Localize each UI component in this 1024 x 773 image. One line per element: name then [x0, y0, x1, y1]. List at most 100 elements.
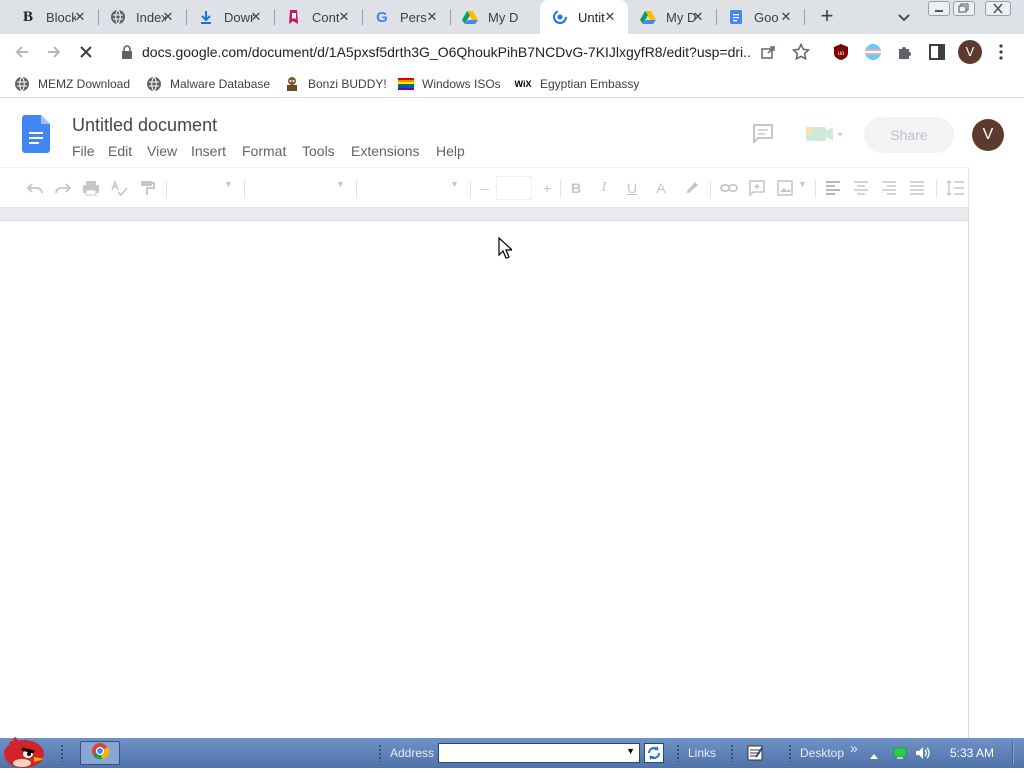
bookmark-label: Egyptian Embassy — [540, 77, 640, 91]
share-button[interactable]: Share — [864, 117, 954, 153]
menu-extensions[interactable]: Extensions — [351, 143, 419, 159]
angry-bird-start-icon[interactable] — [0, 730, 52, 773]
bookmark-tag-icon — [286, 9, 302, 25]
menu-help[interactable]: Help — [436, 143, 465, 159]
document-canvas[interactable] — [0, 221, 968, 738]
new-tab-button[interactable]: + — [816, 5, 838, 28]
back-button[interactable] — [12, 42, 32, 62]
show-hidden-icons-icon[interactable] — [868, 748, 880, 766]
tab-my-drive[interactable]: My D — [450, 0, 540, 34]
highlight-pen-icon[interactable] — [683, 179, 701, 197]
spellcheck-icon[interactable] — [110, 179, 128, 197]
taskbar-grip[interactable] — [378, 744, 382, 762]
tab-download[interactable]: Down ✕ — [186, 0, 274, 34]
taskbar-grip[interactable] — [730, 744, 734, 762]
taskbar-address-input[interactable]: ▼ — [438, 743, 640, 763]
taskbar-grip[interactable] — [60, 744, 64, 762]
zoom-dropdown-arrow-icon[interactable]: ▼ — [224, 179, 233, 197]
tab-index[interactable]: Index ✕ — [98, 0, 186, 34]
document-title[interactable]: Untitled document — [72, 115, 217, 136]
style-dropdown-arrow-icon[interactable]: ▼ — [336, 179, 345, 197]
kebab-menu-icon[interactable] — [996, 43, 1006, 66]
bold-button[interactable]: B — [567, 179, 585, 197]
show-desktop-button[interactable] — [1012, 742, 1020, 764]
google-docs-logo-icon[interactable] — [22, 115, 50, 158]
taskbar-grip[interactable] — [788, 744, 792, 762]
justify-icon[interactable] — [908, 179, 926, 197]
extensions-puzzle-icon[interactable] — [896, 43, 914, 66]
close-icon[interactable]: ✕ — [248, 9, 264, 25]
align-right-icon[interactable] — [880, 179, 898, 197]
system-clock[interactable]: 5:33 AM — [950, 746, 994, 760]
bookmark-malware-database[interactable]: Malware Database — [146, 75, 270, 93]
tab-untitled-active[interactable]: Untit ✕ — [540, 0, 628, 34]
align-center-icon[interactable] — [852, 179, 870, 197]
google-docs-icon — [728, 9, 744, 25]
close-icon[interactable]: ✕ — [72, 9, 88, 25]
close-icon[interactable]: ✕ — [778, 9, 794, 25]
menu-edit[interactable]: Edit — [108, 143, 132, 159]
close-icon[interactable]: ✕ — [690, 9, 706, 25]
text-color-button[interactable]: A — [652, 179, 670, 197]
menu-insert[interactable]: Insert — [191, 143, 226, 159]
chrome-taskbar-button[interactable] — [80, 741, 120, 765]
share-page-icon[interactable] — [760, 44, 776, 65]
extension-flag-icon[interactable] — [864, 43, 882, 66]
bookmark-windows-isos[interactable]: Windows ISOs — [398, 75, 501, 93]
close-window-button[interactable] — [985, 1, 1011, 16]
account-avatar[interactable]: V — [972, 119, 1004, 151]
forward-button[interactable] — [44, 42, 64, 62]
profile-avatar[interactable]: V — [958, 40, 982, 64]
taskbar-grip[interactable] — [676, 744, 680, 762]
tab-my-drive-2[interactable]: My D ✕ — [628, 0, 716, 34]
close-icon[interactable]: ✕ — [336, 9, 352, 25]
tab-search-chevron-icon[interactable] — [896, 9, 912, 25]
omnibox[interactable]: docs.google.com/document/d/1A5pxsf5drth3… — [110, 38, 820, 66]
lock-icon[interactable] — [120, 44, 134, 65]
comment-history-icon[interactable] — [752, 123, 774, 148]
stop-loading-button[interactable] — [76, 42, 96, 62]
go-refresh-icon[interactable] — [644, 743, 664, 763]
close-icon[interactable]: ✕ — [602, 9, 618, 25]
restore-button[interactable] — [953, 1, 975, 16]
font-dropdown-arrow-icon[interactable]: ▼ — [450, 179, 459, 197]
side-panel-icon[interactable] — [928, 43, 946, 66]
align-left-icon[interactable] — [824, 179, 842, 197]
menu-tools[interactable]: Tools — [302, 143, 335, 159]
bookmark-memz[interactable]: MEMZ Download — [14, 75, 130, 93]
menu-file[interactable]: File — [72, 143, 95, 159]
italic-button[interactable]: I — [595, 179, 613, 197]
bookmark-egyptian-embassy[interactable]: WiX Egyptian Embassy — [514, 75, 640, 93]
bookmark-bonzi-buddy[interactable]: Bonzi BUDDY! — [284, 75, 387, 93]
close-icon[interactable]: ✕ — [424, 9, 440, 25]
image-dropdown-arrow-icon[interactable]: ▼ — [798, 179, 807, 197]
tab-cont[interactable]: Cont ✕ — [274, 0, 362, 34]
insert-image-icon[interactable] — [776, 179, 794, 197]
line-spacing-icon[interactable] — [946, 179, 964, 197]
toolbar-overflow-chevron[interactable]: » — [850, 740, 858, 756]
font-size-input[interactable] — [496, 176, 532, 200]
menu-view[interactable]: View — [147, 143, 177, 159]
print-icon[interactable] — [82, 179, 100, 197]
close-icon[interactable]: ✕ — [160, 9, 176, 25]
bookmark-star-icon[interactable] — [791, 42, 811, 66]
tab-pers[interactable]: G Pers ✕ — [362, 0, 450, 34]
address-dropdown-arrow-icon[interactable]: ▼ — [626, 746, 635, 756]
increase-font-size-button[interactable]: + — [538, 179, 556, 197]
tab-block[interactable]: B Block ✕ — [8, 0, 98, 34]
add-comment-icon[interactable] — [748, 179, 766, 197]
undo-icon[interactable] — [26, 179, 44, 197]
decrease-font-size-button[interactable]: – — [476, 179, 494, 197]
redo-icon[interactable] — [54, 179, 72, 197]
minimize-button[interactable] — [928, 1, 950, 16]
volume-icon[interactable] — [914, 746, 932, 765]
link-icon[interactable] — [720, 179, 738, 197]
menu-format[interactable]: Format — [242, 143, 286, 159]
tab-google-docs[interactable]: Goo ✕ — [716, 0, 804, 34]
paint-format-icon[interactable] — [138, 179, 156, 197]
meet-icon[interactable] — [806, 125, 844, 148]
underline-button[interactable]: U — [623, 179, 641, 197]
ublock-icon[interactable]: uo — [832, 43, 850, 66]
network-icon[interactable] — [892, 746, 908, 765]
notepad-quick-launch-icon[interactable] — [746, 744, 764, 767]
